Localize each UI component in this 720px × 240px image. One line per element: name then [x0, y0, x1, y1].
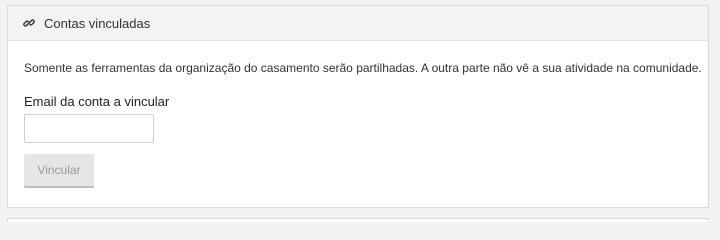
- email-field-label: Email da conta a vincular: [24, 94, 170, 109]
- email-field[interactable]: [24, 114, 154, 143]
- panel-header: Contas vinculadas: [8, 6, 708, 41]
- link-icon: [23, 17, 35, 29]
- panel-title: Contas vinculadas: [44, 15, 151, 31]
- link-account-button[interactable]: Vincular: [24, 154, 94, 188]
- linked-accounts-panel: Contas vinculadas Somente as ferramentas…: [7, 5, 709, 208]
- panel-description: Somente as ferramentas da organização do…: [24, 61, 702, 75]
- next-panel-edge: [7, 218, 709, 222]
